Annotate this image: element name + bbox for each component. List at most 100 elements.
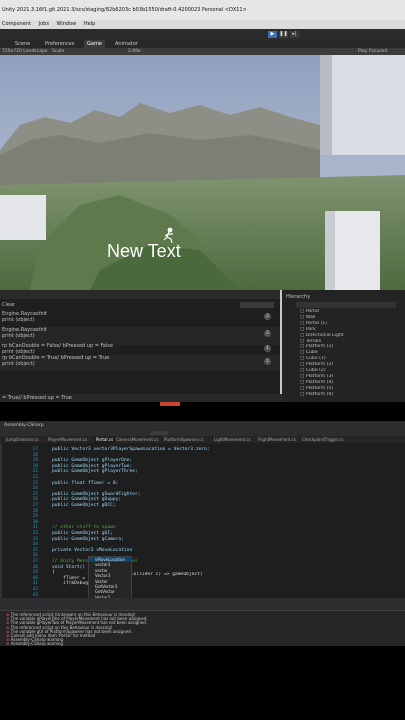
code-line: void Start() (52, 564, 86, 570)
line-number: 32 (32, 531, 38, 536)
menu-item-window[interactable]: Window (57, 21, 77, 27)
white-cube (320, 55, 405, 155)
hierarchy-item-label: Platform (6) (305, 391, 334, 397)
scale-value: 2.89x (128, 49, 141, 54)
tab-animator[interactable]: Animator (112, 40, 141, 48)
console-entry-source: print (object) (2, 317, 35, 323)
hierarchy-item-label: Platform (4) (305, 379, 334, 385)
code-editor[interactable]: 17 public Vector3 vector3PlayerSpawnLocat… (0, 443, 405, 598)
code-continuation: (Collider c) => gameObject) (128, 572, 203, 577)
vs-build-button[interactable] (150, 431, 168, 435)
game-view-toolbar: 720x720 Landscape Scale 2.89x Play Focus… (0, 48, 405, 55)
line-number: 19 (32, 458, 38, 464)
code-line: public GameObject gGuppy; (52, 497, 122, 503)
line-number: 42 (32, 587, 38, 592)
console-count-badge: 1 (264, 345, 271, 352)
unity-editor: Unity 2021.3.16f1.git.2021.3/scs/staging… (0, 0, 405, 402)
hierarchy-item-label: Portal (1) (305, 320, 327, 326)
line-number: 31 (32, 525, 38, 531)
menu-item-help[interactable]: Help (84, 21, 95, 27)
aspect-dropdown[interactable]: 720x720 Landscape (2, 49, 47, 54)
tab-preferences[interactable]: Preferences (42, 40, 77, 48)
play-focused-dropdown[interactable]: Play Focused (358, 49, 387, 54)
console-count-badge: 1 (264, 358, 271, 365)
hierarchy-item-label: Platform (1) (305, 344, 334, 350)
line-number: 24 (32, 486, 38, 492)
console-entry-source: print (object) (2, 333, 35, 339)
error-list-panel: ⊗ The referenced script (Unknown) on thi… (0, 598, 405, 646)
game-view[interactable]: New Text (0, 55, 405, 290)
console-entry-source: print (object) (2, 361, 35, 367)
line-number: 27 (32, 503, 38, 508)
pause-icon[interactable]: ❚❚ (279, 31, 288, 38)
white-cube (0, 195, 46, 240)
error-list-row[interactable]: ⊗ Assembly-CSharp warning (6, 641, 401, 646)
unity-title-bar: Unity 2021.3.16f1.git.2021.3/scs/staging… (0, 0, 405, 20)
hierarchy-panel: Hierarchy ▢ Portal ▢ Wall ▢ Portal (1) ▢ Pa… (282, 290, 405, 402)
console-search-input[interactable] (240, 302, 274, 308)
autocomplete-popup[interactable]: vMoveLocation vector3 vector Vector3 Vector… (88, 556, 132, 602)
code-line: public GameObject gUI; (52, 531, 113, 536)
line-number: 43 (32, 592, 38, 598)
hierarchy-item-label: Cube (305, 350, 318, 356)
tab-scene[interactable]: Scene (12, 40, 33, 48)
hierarchy-item-label: Terrain (305, 338, 322, 344)
line-number: 22 (32, 475, 38, 480)
line-number: 28 (32, 508, 38, 514)
hierarchy-item[interactable]: ▢ Platform (6) (300, 392, 333, 398)
code-line: public GameObject gDCC; (52, 503, 116, 508)
menu-item-jobs[interactable]: Jobs (39, 21, 49, 27)
video-progress-marker (160, 402, 180, 406)
unity-menu-bar: Component Jobs Window Help (0, 20, 405, 29)
console-panel: Clear Engine.Raycasthit print (object) 2… (0, 290, 282, 402)
hierarchy-search-input[interactable] (296, 302, 396, 308)
hierarchy-tab[interactable]: Hierarchy (286, 294, 310, 300)
visual-studio-window: Assembly-CSharp JumpDetector.cs PlayerMo… (0, 421, 405, 646)
console-status-line: = True// bPressed up = True (0, 394, 282, 402)
code-line: public float fTimer = 0; (52, 480, 119, 486)
line-number: 18 (32, 452, 38, 458)
code-line: public GameObject gCamera; (52, 536, 124, 542)
code-line: public GameObject gPlayerOne; (52, 458, 133, 464)
line-number: 37 (32, 559, 38, 564)
line-number: 34 (32, 542, 38, 548)
line-number: 26 (32, 497, 38, 503)
code-line: private Vector3 vMoveLocation (52, 547, 133, 553)
vs-solution-name: Assembly-CSharp (4, 423, 44, 428)
unity-toolbar: ▶ ❚❚ ▸| (0, 29, 405, 40)
code-line: public Vector3 vector3PlayerSpawnLocatio… (52, 447, 210, 452)
scale-label: Scale (52, 49, 65, 54)
line-number: 39 (32, 570, 38, 576)
hierarchy-item-label: Portal (305, 309, 320, 314)
code-line: // other stuff to spawn (52, 525, 116, 531)
vs-title-bar: Assembly-CSharp (0, 421, 405, 430)
hierarchy-item-label: Platform (3) (305, 373, 334, 379)
line-number: 33 (32, 536, 38, 542)
line-number: 17 (32, 447, 38, 452)
play-icon[interactable]: ▶ (268, 31, 277, 38)
line-number: 29 (32, 514, 38, 520)
console-count-badge: 2 (264, 313, 271, 320)
menu-item-component[interactable]: Component (2, 21, 31, 27)
game-ui-text: New Text (107, 241, 181, 261)
vs-document-tabs: JumpDetector.cs PlayerMovement.cs Portal… (0, 436, 405, 443)
error-message: Assembly-CSharp warning (10, 641, 64, 646)
line-number: 36 (32, 553, 38, 559)
hierarchy-item-label: Platform (2) (305, 362, 334, 368)
unity-view-tabs: Scene Preferences Game Animator (0, 40, 405, 48)
hierarchy-item-label: Cube (2) (305, 368, 326, 373)
hierarchy-item-label: Platform (5) (305, 385, 334, 391)
line-number: 23 (32, 480, 38, 486)
hierarchy-item-label: Park (305, 326, 316, 332)
line-number: 38 (32, 564, 38, 570)
console-count-badge: 2 (264, 330, 271, 337)
hierarchy-item-label: Directional Light (305, 332, 344, 338)
hierarchy-item-label: Cube (1) (305, 356, 326, 362)
console-clear-button[interactable]: Clear (2, 302, 15, 308)
line-number: 21 (32, 469, 38, 475)
game-scene-render (0, 55, 405, 290)
console-entry[interactable]: rp bCanDouble = True/ bPressed up = True… (0, 355, 280, 371)
step-icon[interactable]: ▸| (290, 31, 299, 38)
code-line: { (52, 570, 55, 576)
tab-game[interactable]: Game (84, 40, 105, 48)
